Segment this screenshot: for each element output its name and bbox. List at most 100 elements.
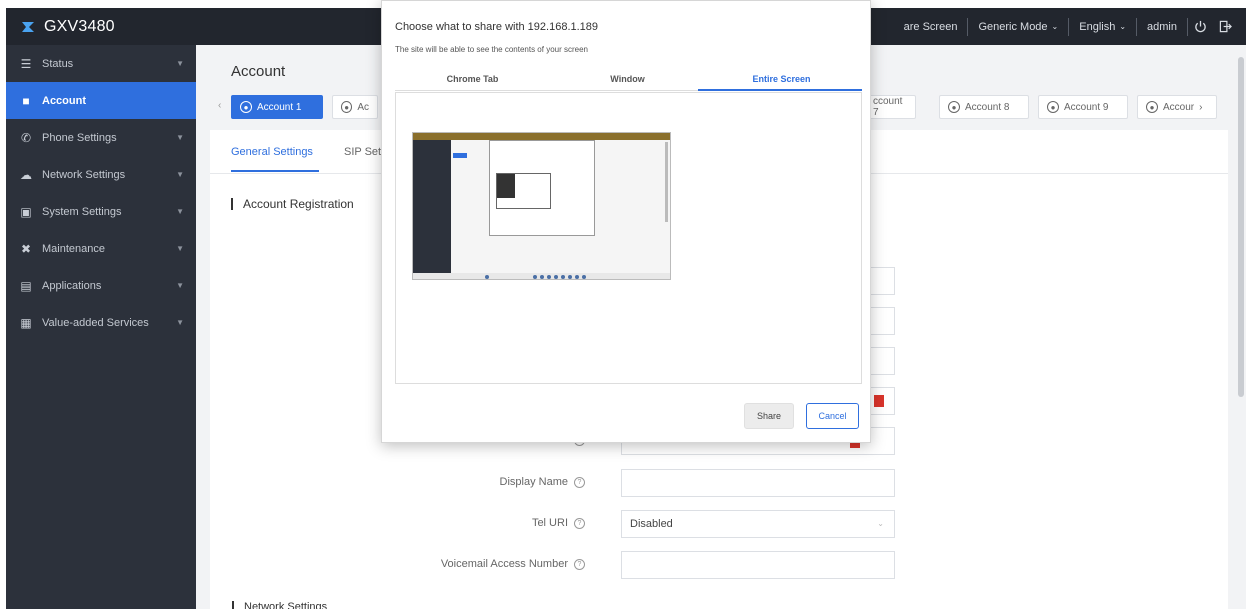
phone-icon: ✆ <box>20 130 32 145</box>
section-title-account-registration: Account Registration <box>231 198 354 210</box>
thumbnail-accent <box>453 153 467 158</box>
chevron-down-icon: ⌄ <box>1119 22 1127 31</box>
active-tab-indicator <box>698 89 862 91</box>
list-icon: ☰ <box>20 56 32 71</box>
form-row-display-name: Display Name? <box>210 469 910 497</box>
tel-uri-select[interactable]: Disabled ⌄ <box>621 510 895 538</box>
account-icon: ● <box>341 101 353 113</box>
dialog-title: Choose what to share with 192.168.1.189 <box>395 21 599 33</box>
account-icon: ● <box>240 101 252 113</box>
share-screen-dialog: Choose what to share with 192.168.1.189 … <box>381 0 871 443</box>
sidebar-item-applications[interactable]: ▤ Applications ▼ <box>6 267 196 304</box>
tab-account-8[interactable]: ● Account 8 <box>939 95 1029 119</box>
tab-account-7[interactable]: ccount 7 <box>864 95 916 119</box>
chevron-right-icon: › <box>1199 101 1203 113</box>
chevron-down-icon: ⌄ <box>877 519 884 528</box>
form-row-voicemail: Voicemail Access Number? <box>210 551 910 579</box>
language-select[interactable]: English ⌄ <box>1068 17 1136 36</box>
active-tab-indicator <box>231 170 319 172</box>
chevron-down-icon: ▼ <box>176 207 184 216</box>
chevron-left-icon[interactable]: ‹ <box>218 100 221 111</box>
section-title-network-settings: Network Settings <box>232 601 327 609</box>
sidebar-item-maintenance[interactable]: ✖ Maintenance ▼ <box>6 230 196 267</box>
account-icon: ● <box>1146 101 1158 113</box>
thumbnail-topbar <box>413 133 670 140</box>
logout-button[interactable] <box>1213 20 1238 33</box>
display-name-field[interactable] <box>621 469 895 497</box>
thumbnail-inner-dark <box>497 174 515 198</box>
thumbnail-taskbar-icon <box>561 275 565 279</box>
thumbnail-taskbar-icon <box>568 275 572 279</box>
power-button[interactable] <box>1187 17 1213 36</box>
account-icon: ● <box>1047 101 1059 113</box>
mode-select[interactable]: Generic Mode ⌄ <box>967 17 1068 36</box>
help-icon: ? <box>574 476 585 488</box>
tab-chrome-tab[interactable]: Chrome Tab <box>395 74 550 84</box>
app-title: GXV3480 <box>44 17 115 35</box>
tools-icon: ✖ <box>20 241 32 256</box>
tab-account-10[interactable]: ● Accour › <box>1137 95 1217 119</box>
thumbnail-taskbar-icon <box>485 275 489 279</box>
chevron-down-icon: ⌄ <box>1051 22 1059 31</box>
chevron-down-icon: ▼ <box>176 59 184 68</box>
sidebar-item-value-added-services[interactable]: ▦ Value-added Services ▼ <box>6 304 196 341</box>
share-button[interactable]: Share <box>744 403 794 429</box>
thumbnail-taskbar-icon <box>582 275 586 279</box>
network-icon: ☁ <box>20 167 32 182</box>
grandstream-logo-icon <box>22 21 34 32</box>
power-icon <box>1195 20 1206 33</box>
screen-preview-area <box>395 92 862 384</box>
sidebar-item-network-settings[interactable]: ☁ Network Settings ▼ <box>6 156 196 193</box>
scrollbar-thumb[interactable] <box>1238 57 1244 397</box>
apps-icon: ▤ <box>20 278 32 293</box>
chevron-down-icon: ▼ <box>176 318 184 327</box>
screen-thumbnail[interactable] <box>412 132 671 280</box>
tab-account-1[interactable]: ● Account 1 <box>231 95 323 119</box>
page-title: Account <box>231 63 286 80</box>
field-label: Display Name? <box>500 476 585 488</box>
help-icon: ? <box>574 517 585 529</box>
chevron-down-icon: ▼ <box>176 244 184 253</box>
help-icon: ? <box>574 558 585 570</box>
sidebar-item-status[interactable]: ☰ Status ▼ <box>6 45 196 82</box>
top-right-controls: are Screen Generic Mode ⌄ English ⌄ admin <box>894 8 1238 45</box>
brand: GXV3480 <box>20 8 115 45</box>
account-icon: ● <box>948 101 960 113</box>
sidebar: ☰ Status ▼ ■ Account ✆ Phone Settings ▼ … <box>6 45 196 609</box>
thumbnail-taskbar-icon <box>533 275 537 279</box>
input-stub[interactable] <box>870 347 895 375</box>
form-row-tel-uri: Tel URI? Disabled ⌄ <box>210 510 910 538</box>
chevron-down-icon: ▼ <box>176 170 184 179</box>
field-label: Tel URI? <box>532 517 585 529</box>
field-label: Voicemail Access Number? <box>441 558 585 570</box>
thumbnail-scrollbar <box>665 142 668 222</box>
thumbnail-taskbar-icon <box>554 275 558 279</box>
logout-icon <box>1219 20 1232 33</box>
dialog-subtitle: The site will be able to see the content… <box>395 45 588 54</box>
tab-entire-screen[interactable]: Entire Screen <box>704 74 859 84</box>
tab-general-settings[interactable]: General Settings <box>231 146 313 158</box>
tab-account-9[interactable]: ● Account 9 <box>1038 95 1128 119</box>
password-hidden-icon[interactable] <box>874 395 884 407</box>
chevron-down-icon: ▼ <box>176 133 184 142</box>
thumbnail-taskbar-icon <box>540 275 544 279</box>
share-source-tabs: Chrome Tab Window Entire Screen <box>395 67 862 91</box>
thumbnail-taskbar-icon <box>575 275 579 279</box>
system-icon: ▣ <box>20 204 32 219</box>
chevron-down-icon: ▼ <box>176 281 184 290</box>
tab-account-2[interactable]: ● Ac <box>332 95 378 119</box>
user-menu[interactable]: admin <box>1136 17 1187 36</box>
sidebar-item-account[interactable]: ■ Account <box>6 82 196 119</box>
tab-sip-settings[interactable]: SIP Set <box>344 146 381 158</box>
tab-window[interactable]: Window <box>550 74 705 84</box>
share-screen-link[interactable]: are Screen <box>894 18 968 36</box>
thumbnail-sidebar <box>413 140 451 273</box>
sidebar-item-phone-settings[interactable]: ✆ Phone Settings ▼ <box>6 119 196 156</box>
input-stub[interactable] <box>870 307 895 335</box>
person-icon: ■ <box>22 93 30 108</box>
page-scrollbar[interactable] <box>1236 45 1246 609</box>
cancel-button[interactable]: Cancel <box>806 403 859 429</box>
input-stub[interactable] <box>870 267 895 295</box>
voicemail-number-field[interactable] <box>621 551 895 579</box>
sidebar-item-system-settings[interactable]: ▣ System Settings ▼ <box>6 193 196 230</box>
